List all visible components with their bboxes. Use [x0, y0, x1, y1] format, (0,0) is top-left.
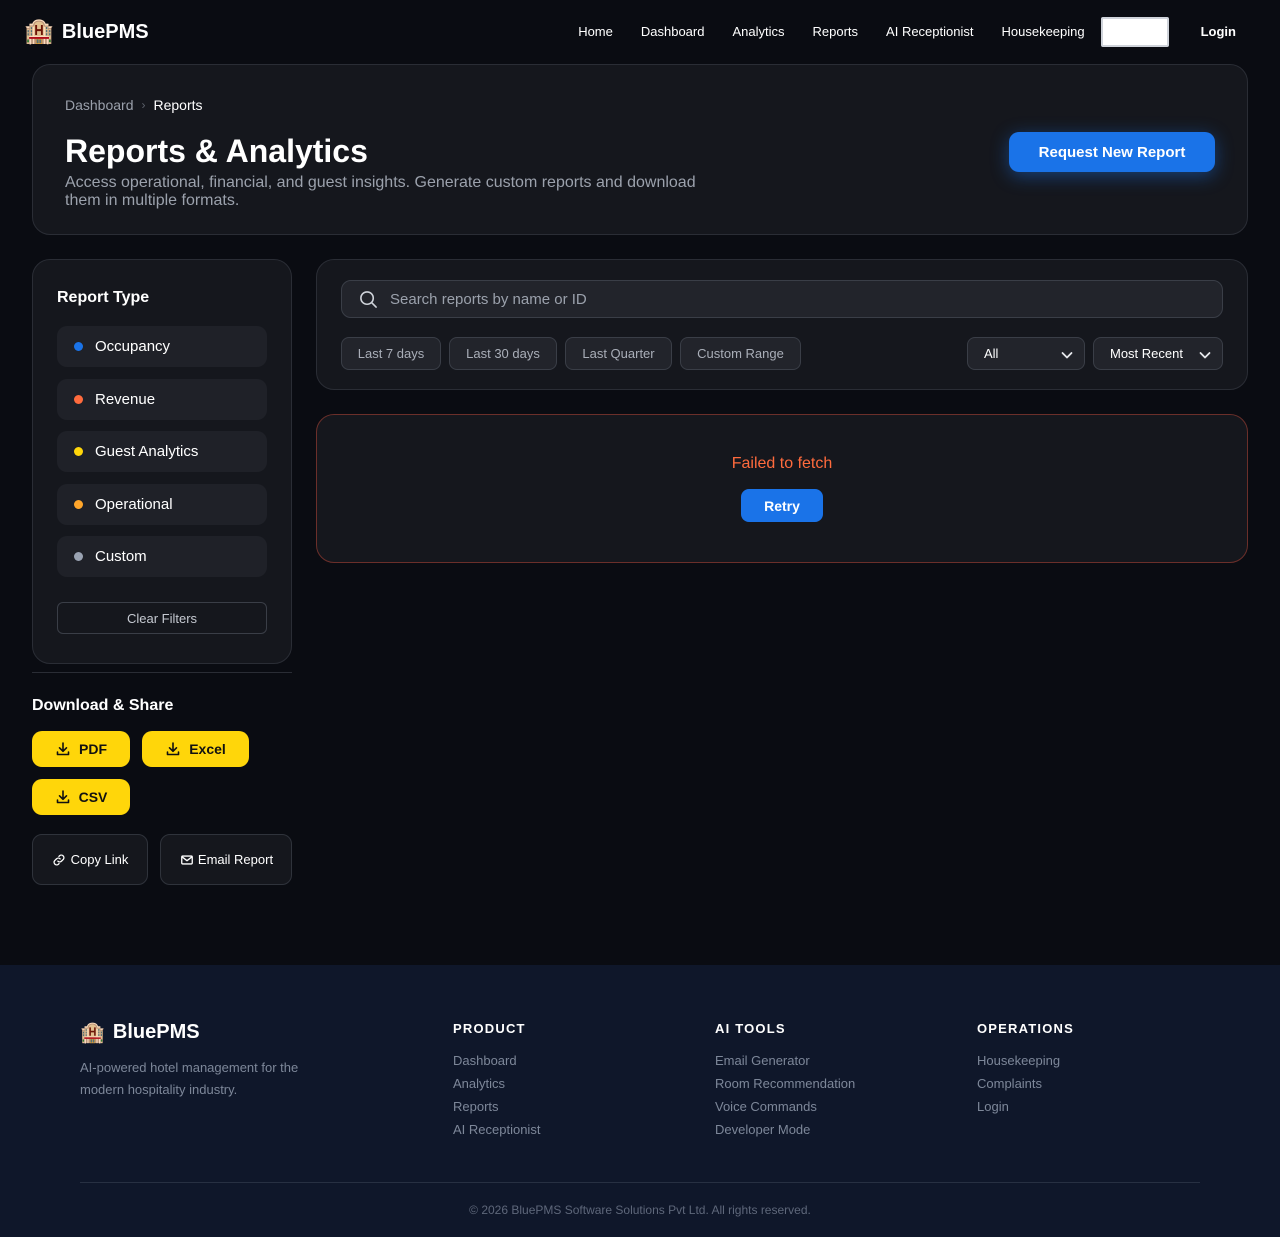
top-navbar: 🏨 BluePMS Home Dashboard Analytics Repor… — [0, 0, 1280, 64]
footer-link-housekeeping[interactable]: Housekeeping — [977, 1053, 1074, 1068]
footer-column-ai-tools: AI TOOLS Email Generator Room Recommenda… — [715, 1021, 855, 1145]
link-icon — [53, 853, 65, 866]
report-type-label: Operational — [95, 496, 173, 513]
report-type-label: Occupancy — [95, 338, 171, 355]
error-message: Failed to fetch — [731, 455, 833, 472]
brand-logo[interactable]: 🏨 BluePMS — [24, 17, 149, 47]
hotel-icon: 🏨 — [80, 1022, 105, 1044]
nav-link-dashboard[interactable]: Dashboard — [641, 17, 705, 47]
footer-brand[interactable]: 🏨 BluePMS — [80, 1020, 200, 1045]
error-card: Failed to fetch Retry — [316, 414, 1248, 563]
download-icon — [56, 742, 70, 756]
report-type-revenue[interactable]: Revenue — [57, 379, 267, 420]
request-new-report-button[interactable]: Request New Report — [1009, 132, 1215, 172]
page-header-card: Dashboard › Reports Reports & Analytics … — [32, 64, 1248, 235]
footer-description: AI-powered hotel management for the mode… — [80, 1060, 299, 1097]
report-type-label: Custom — [95, 548, 147, 565]
nav-links: Home Dashboard Analytics Reports AI Rece… — [578, 17, 1236, 47]
footer-link-developer-mode[interactable]: Developer Mode — [715, 1122, 855, 1137]
breadcrumb-dashboard[interactable]: Dashboard — [65, 97, 134, 113]
search-input[interactable] — [390, 281, 1210, 317]
report-type-guest-analytics[interactable]: Guest Analytics — [57, 431, 267, 472]
copy-link-button[interactable]: Copy Link — [32, 834, 148, 885]
nav-link-analytics[interactable]: Analytics — [732, 17, 784, 47]
footer-link-complaints[interactable]: Complaints — [977, 1076, 1074, 1091]
footer-link-voice-commands[interactable]: Voice Commands — [715, 1099, 855, 1114]
mail-icon — [181, 854, 193, 865]
nav-link-housekeeping[interactable]: Housekeeping — [1001, 17, 1084, 47]
csv-label: CSV — [78, 789, 108, 805]
page-subtitle: Access operational, financial, and guest… — [65, 174, 696, 209]
search-icon — [360, 291, 377, 308]
report-type-label: Revenue — [95, 391, 156, 408]
footer: 🏨 BluePMS AI-powered hotel management fo… — [0, 965, 1280, 1237]
clear-filters-button[interactable]: Clear Filters — [57, 602, 267, 634]
custom-dot-icon — [74, 552, 83, 561]
page-title: Reports & Analytics — [65, 133, 368, 169]
search-box — [341, 280, 1223, 318]
chevron-down-icon — [1199, 352, 1211, 359]
footer-link-dashboard[interactable]: Dashboard — [453, 1053, 540, 1068]
footer-brand-name: BluePMS — [112, 1021, 200, 1043]
nav-link-reports[interactable]: Reports — [813, 17, 859, 47]
occupancy-dot-icon — [74, 342, 83, 351]
footer-link-email-generator[interactable]: Email Generator — [715, 1053, 855, 1068]
nav-login-link[interactable]: Login — [1201, 17, 1236, 47]
footer-column-title: AI TOOLS — [715, 1021, 786, 1036]
pdf-label: PDF — [79, 741, 107, 757]
download-icon — [166, 742, 180, 756]
retry-button[interactable]: Retry — [741, 489, 823, 522]
footer-link-analytics[interactable]: Analytics — [453, 1076, 540, 1091]
revenue-dot-icon — [74, 395, 83, 404]
footer-column-title: OPERATIONS — [977, 1021, 1074, 1036]
chevron-down-icon — [1061, 352, 1073, 359]
footer-column-operations: OPERATIONS Housekeeping Complaints Login — [977, 1021, 1074, 1122]
breadcrumb: Dashboard › Reports — [65, 97, 203, 113]
download-excel-button[interactable]: Excel — [142, 731, 249, 767]
hotel-icon: 🏨 — [24, 18, 54, 45]
report-type-label: Guest Analytics — [95, 443, 199, 460]
sidebar-divider — [32, 672, 292, 673]
copy-link-label: Copy Link — [70, 852, 129, 867]
footer-column-title: PRODUCT — [453, 1021, 526, 1036]
footer-link-ai-receptionist[interactable]: AI Receptionist — [453, 1122, 540, 1137]
status-select[interactable]: All — [967, 337, 1085, 370]
download-csv-button[interactable]: CSV — [32, 779, 130, 815]
guest-analytics-dot-icon — [74, 447, 83, 456]
report-type-title: Report Type — [57, 289, 150, 306]
report-type-operational[interactable]: Operational — [57, 484, 267, 525]
status-select-value: All — [984, 346, 999, 361]
footer-link-login[interactable]: Login — [977, 1099, 1074, 1114]
report-type-panel: Report Type Occupancy Revenue Guest Anal… — [32, 259, 292, 664]
breadcrumb-reports: Reports — [153, 97, 203, 113]
footer-link-reports[interactable]: Reports — [453, 1099, 540, 1114]
filter-card: Last 7 days Last 30 days Last Quarter Cu… — [316, 259, 1248, 390]
nav-link-ai-receptionist[interactable]: AI Receptionist — [886, 17, 973, 47]
range-chip-last-30-days[interactable]: Last 30 days — [449, 337, 557, 370]
download-share-title: Download & Share — [32, 697, 174, 714]
chevron-right-icon: › — [141, 98, 146, 112]
email-report-label: Email Report — [197, 852, 274, 867]
footer-link-room-recommendation[interactable]: Room Recommendation — [715, 1076, 855, 1091]
download-icon — [56, 790, 69, 804]
report-type-custom[interactable]: Custom — [57, 536, 267, 577]
report-type-occupancy[interactable]: Occupancy — [57, 326, 267, 367]
excel-label: Excel — [189, 741, 226, 757]
footer-copyright: © 2026 BluePMS Software Solutions Pvt Lt… — [469, 1203, 811, 1217]
brand-name: BluePMS — [61, 20, 149, 43]
range-chip-custom-range[interactable]: Custom Range — [680, 337, 801, 370]
download-pdf-button[interactable]: PDF — [32, 731, 130, 767]
operational-dot-icon — [74, 500, 83, 509]
range-chip-last-quarter[interactable]: Last Quarter — [565, 337, 672, 370]
sort-select[interactable]: Most Recent — [1093, 337, 1223, 370]
email-report-button[interactable]: Email Report — [160, 834, 292, 885]
range-chip-last-7-days[interactable]: Last 7 days — [341, 337, 441, 370]
sort-select-value: Most Recent — [1110, 346, 1183, 361]
nav-blank-button[interactable] — [1100, 17, 1169, 47]
nav-link-home[interactable]: Home — [578, 17, 613, 47]
footer-column-product: PRODUCT Dashboard Analytics Reports AI R… — [453, 1021, 540, 1145]
footer-divider — [80, 1182, 1200, 1183]
